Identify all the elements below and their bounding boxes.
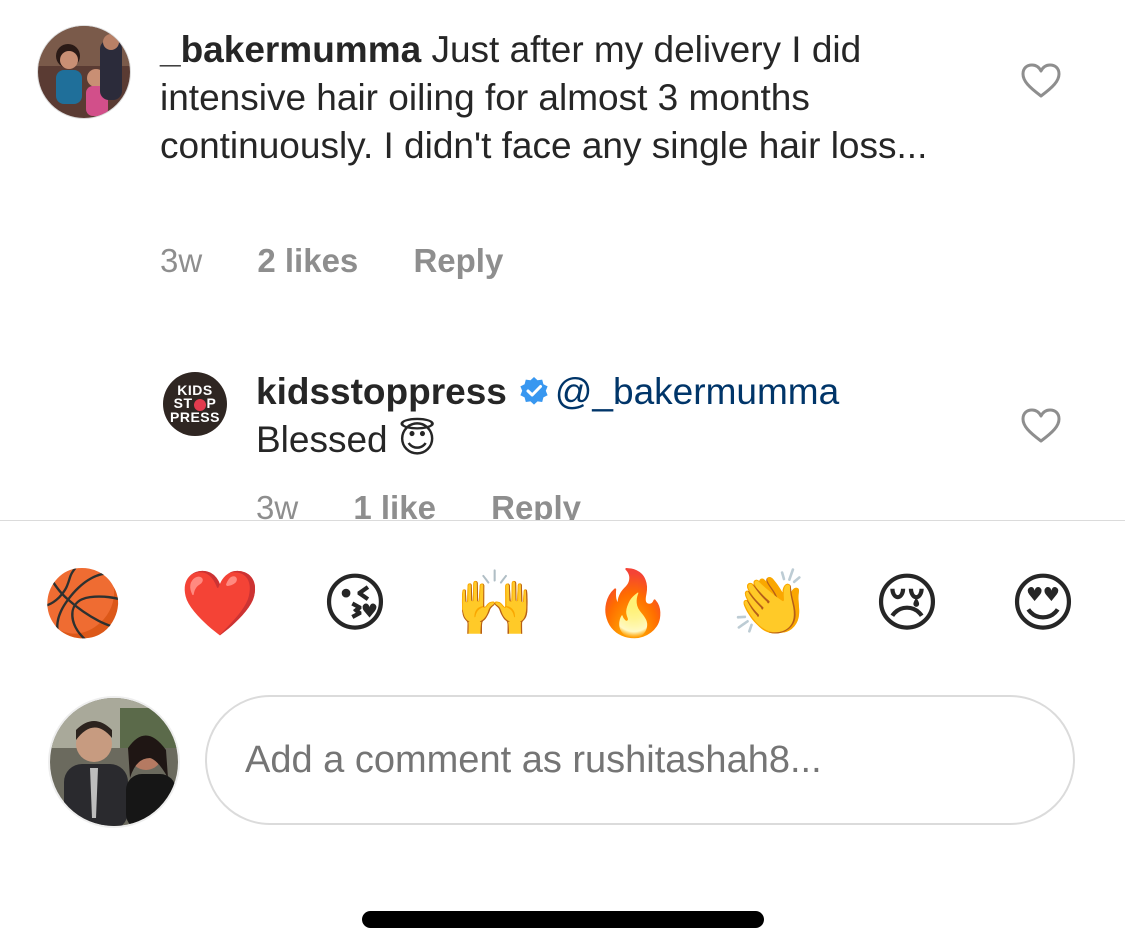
current-user-avatar (48, 696, 180, 828)
comment-username[interactable]: _bakermumma (160, 29, 421, 70)
clap-emoji-button[interactable]: 👏 (731, 566, 811, 642)
reply-meta: 3w 1 like Reply (256, 489, 627, 520)
comment-time: 3w (160, 242, 203, 279)
divider (0, 520, 1125, 521)
reply-username[interactable]: kidsstoppress (256, 371, 507, 412)
verified-badge-icon (520, 377, 548, 405)
reply-text: Blessed (256, 419, 388, 460)
kiss-emoji-button[interactable]: 😘 (317, 566, 393, 642)
heart-eyes-emoji-button[interactable]: 😍 (1005, 566, 1081, 642)
comments-list: _bakermumma Just after my delivery I did… (0, 0, 1125, 520)
reply-likes-button[interactable]: 1 like (353, 489, 436, 520)
reply-time: 3w (256, 489, 299, 520)
comment-body: _bakermumma Just after my delivery I did… (160, 26, 960, 170)
reply-body: kidsstoppress @_bakermumma Blessed 😇 (256, 368, 976, 464)
crying-emoji-button[interactable]: 😢 (869, 566, 945, 642)
heart-icon[interactable] (1021, 408, 1061, 444)
fire-emoji-button[interactable]: 🔥 (593, 566, 673, 642)
heart-icon[interactable] (1021, 63, 1061, 99)
raised-hands-emoji-button[interactable]: 🙌 (455, 566, 535, 642)
basketball-emoji-button[interactable]: 🏀 (43, 566, 123, 642)
avatar-logo-line-3: PRESS (170, 408, 220, 425)
halo-face-emoji: 😇 (397, 418, 437, 461)
reply-reply-button[interactable]: Reply (491, 489, 581, 520)
home-indicator[interactable] (362, 911, 764, 928)
comment-meta: 3w 2 likes Reply (160, 242, 549, 280)
mention-link[interactable]: @_bakermumma (555, 371, 839, 412)
avatar-bakermumma[interactable] (37, 25, 131, 119)
avatar-kidsstoppress[interactable]: KIDS ST P PRESS (163, 372, 227, 436)
comment-input[interactable] (205, 695, 1075, 825)
likes-count-button[interactable]: 2 likes (257, 242, 358, 279)
heart-emoji-button[interactable]: ❤️ (180, 566, 260, 642)
reply-button[interactable]: Reply (413, 242, 503, 279)
